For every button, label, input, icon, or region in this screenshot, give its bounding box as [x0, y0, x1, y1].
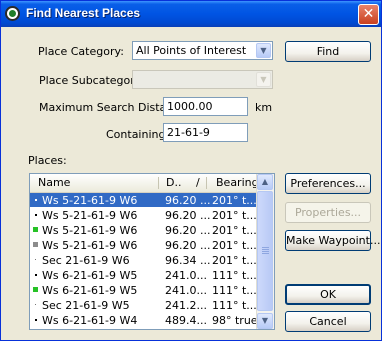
column-divider[interactable] [206, 177, 207, 189]
table-row[interactable]: Ws 6-21-61-9 W4 489.4... 98° true [30, 313, 258, 327]
sort-indicator-icon: / [196, 176, 200, 189]
vertical-scrollbar[interactable]: ▲ ▼ [256, 174, 274, 329]
place-subcategory-label: Place Subcategory: [39, 74, 145, 87]
thumb-grip [262, 253, 269, 254]
place-marker-icon [35, 214, 37, 216]
table-row[interactable]: Ws 5-21-61-9 W6 96.20 ... 201° t... [30, 208, 258, 222]
column-header-distance[interactable]: D.. [166, 176, 181, 189]
table-row[interactable]: Ws 6-21-61-9 W5 241.0... 111° t... [30, 283, 258, 297]
cancel-button[interactable]: Cancel [285, 311, 371, 332]
thumb-grip [262, 249, 269, 250]
max-distance-input[interactable]: 1000.00 [163, 97, 248, 116]
bearing-cell: 111° t... [212, 269, 257, 282]
distance-cell: 241.2... [165, 299, 207, 312]
bearing-cell: 201° t... [212, 224, 257, 237]
window-title: Find Nearest Places [26, 6, 141, 20]
title-bar[interactable]: Find Nearest Places ✕ [1, 1, 381, 27]
place-name-cell: Ws 6-21-61-9 W5 [42, 269, 138, 282]
place-marker-icon [33, 227, 38, 232]
place-category-value: All Points of Interest [136, 44, 247, 57]
table-row[interactable]: Sec 21-61-9 W6 96.34 ... 201° t... [30, 253, 258, 267]
properties-button[interactable]: Properties... [285, 202, 371, 223]
containing-label: Containing: [106, 128, 170, 141]
distance-cell: 96.34 ... [165, 254, 211, 267]
list-header: Name D.. / Bearing [30, 174, 259, 193]
containing-value: 21-61-9 [167, 126, 210, 139]
place-category-select[interactable]: All Points of Interest ▼ [132, 41, 273, 60]
find-button[interactable]: Find [285, 41, 371, 62]
bearing-cell: 98° true [212, 314, 258, 327]
bearing-cell: 111° t... [212, 299, 257, 312]
distance-cell: 241.0... [165, 269, 207, 282]
column-header-bearing[interactable]: Bearing [216, 176, 259, 189]
find-nearest-places-dialog: Find Nearest Places ✕ Place Category: Al… [0, 0, 382, 341]
chevron-down-icon[interactable]: ▼ [256, 43, 271, 58]
bearing-cell: 201° t... [212, 239, 257, 252]
table-row[interactable]: Ws 5-21-61-9 W6 96.20 ... 201° t... [30, 193, 258, 207]
place-marker-icon [35, 259, 36, 260]
distance-cell: 96.20 ... [165, 239, 211, 252]
distance-cell: 241.0... [165, 284, 207, 297]
containing-input[interactable]: 21-61-9 [163, 123, 248, 142]
bearing-cell: 201° t... [212, 194, 257, 207]
distance-cell: 96.20 ... [165, 194, 211, 207]
place-name-cell: Ws 5-21-61-9 W6 [42, 224, 138, 237]
place-category-label: Place Category: [38, 45, 124, 58]
bearing-cell: 111° t... [212, 284, 257, 297]
preferences-button[interactable]: Preferences... [285, 173, 371, 194]
place-marker-icon [35, 199, 37, 201]
place-marker-icon [35, 319, 37, 321]
table-row[interactable]: Ws 5-21-61-9 W6 96.20 ... 201° t... [30, 238, 258, 252]
place-name-cell: Sec 21-61-9 W5 [42, 299, 130, 312]
scroll-thumb[interactable] [257, 191, 273, 311]
distance-unit-label: km [255, 101, 273, 114]
place-name-cell: Sec 21-61-9 W6 [42, 254, 130, 267]
globe-icon [5, 6, 20, 21]
column-divider[interactable] [158, 177, 159, 189]
max-distance-value: 1000.00 [167, 100, 213, 113]
places-label: Places: [28, 154, 67, 167]
table-row[interactable]: Ws 6-21-61-9 W5 241.0... 111° t... [30, 268, 258, 282]
bearing-cell: 201° t... [212, 254, 257, 267]
place-name-cell: Ws 5-21-61-9 W6 [42, 194, 138, 207]
close-button[interactable]: ✕ [358, 4, 379, 25]
distance-cell: 96.20 ... [165, 209, 211, 222]
distance-cell: 489.4... [165, 314, 207, 327]
place-marker-icon [33, 287, 38, 292]
table-row[interactable]: Ws 5-21-61-9 W6 96.20 ... 201° t... [30, 223, 258, 237]
column-header-name[interactable]: Name [38, 176, 70, 189]
thumb-grip [262, 247, 269, 248]
bearing-cell: 201° t... [212, 209, 257, 222]
places-list[interactable]: Name D.. / Bearing Ws 5-21-61-9 W6 96.20 … [29, 173, 275, 330]
place-name-cell: Ws 6-21-61-9 W5 [42, 284, 138, 297]
distance-cell: 96.20 ... [165, 224, 211, 237]
arrow-down-icon[interactable]: ▼ [257, 313, 273, 329]
place-subcategory-select[interactable]: ▼ [132, 70, 273, 89]
table-row[interactable]: Sec 21-61-9 W5 241.2... 111° t... [30, 298, 258, 312]
arrow-up-icon[interactable]: ▲ [257, 174, 273, 190]
place-marker-icon [35, 304, 36, 305]
ok-button[interactable]: OK [285, 284, 371, 305]
place-marker-icon [33, 242, 38, 247]
thumb-grip [262, 251, 269, 252]
chevron-down-icon[interactable]: ▼ [256, 72, 271, 87]
make-waypoint-button[interactable]: Make Waypoint... [285, 230, 380, 251]
place-marker-icon [35, 274, 37, 276]
place-name-cell: Ws 6-21-61-9 W4 [42, 314, 138, 327]
place-name-cell: Ws 5-21-61-9 W6 [42, 209, 138, 222]
place-name-cell: Ws 5-21-61-9 W6 [42, 239, 138, 252]
